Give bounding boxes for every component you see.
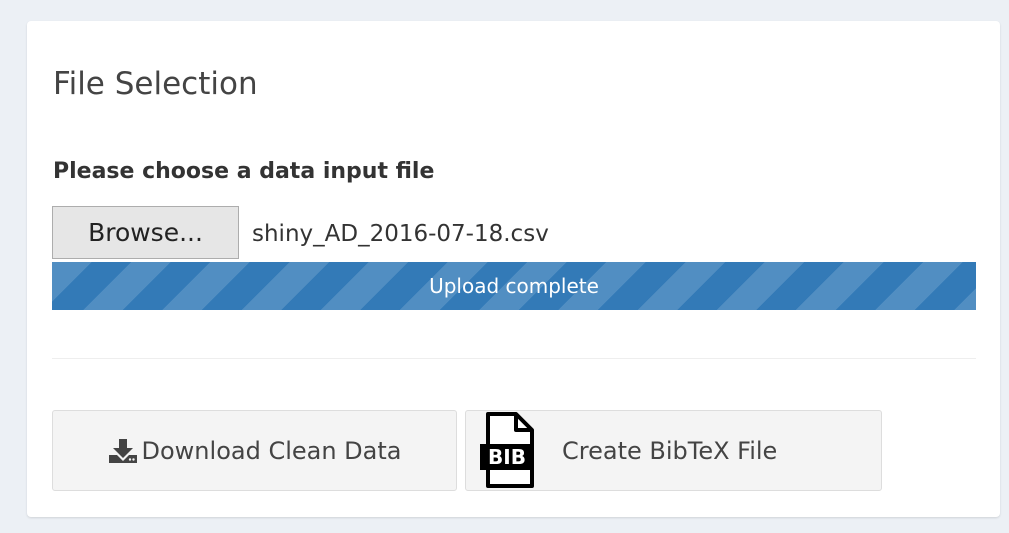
upload-progress-bar: Upload complete <box>52 262 976 310</box>
divider <box>52 358 976 359</box>
download-clean-data-button[interactable]: Download Clean Data <box>52 410 457 491</box>
create-bibtex-file-button[interactable]: BIB Create BibTeX File <box>465 410 882 491</box>
file-input-label: Please choose a data input file <box>53 159 435 184</box>
download-button-label: Download Clean Data <box>141 436 402 465</box>
file-selection-panel: File Selection Please choose a data inpu… <box>27 21 1000 517</box>
panel-title: File Selection <box>53 66 258 102</box>
selected-file-name: shiny_AD_2016-07-18.csv <box>252 221 549 247</box>
bib-file-icon: BIB <box>478 411 536 490</box>
download-icon <box>108 438 138 464</box>
browse-button[interactable]: Browse... <box>52 206 239 259</box>
svg-text:BIB: BIB <box>488 445 526 469</box>
bibtex-button-label: Create BibTeX File <box>562 436 778 465</box>
upload-status-text: Upload complete <box>429 274 599 298</box>
